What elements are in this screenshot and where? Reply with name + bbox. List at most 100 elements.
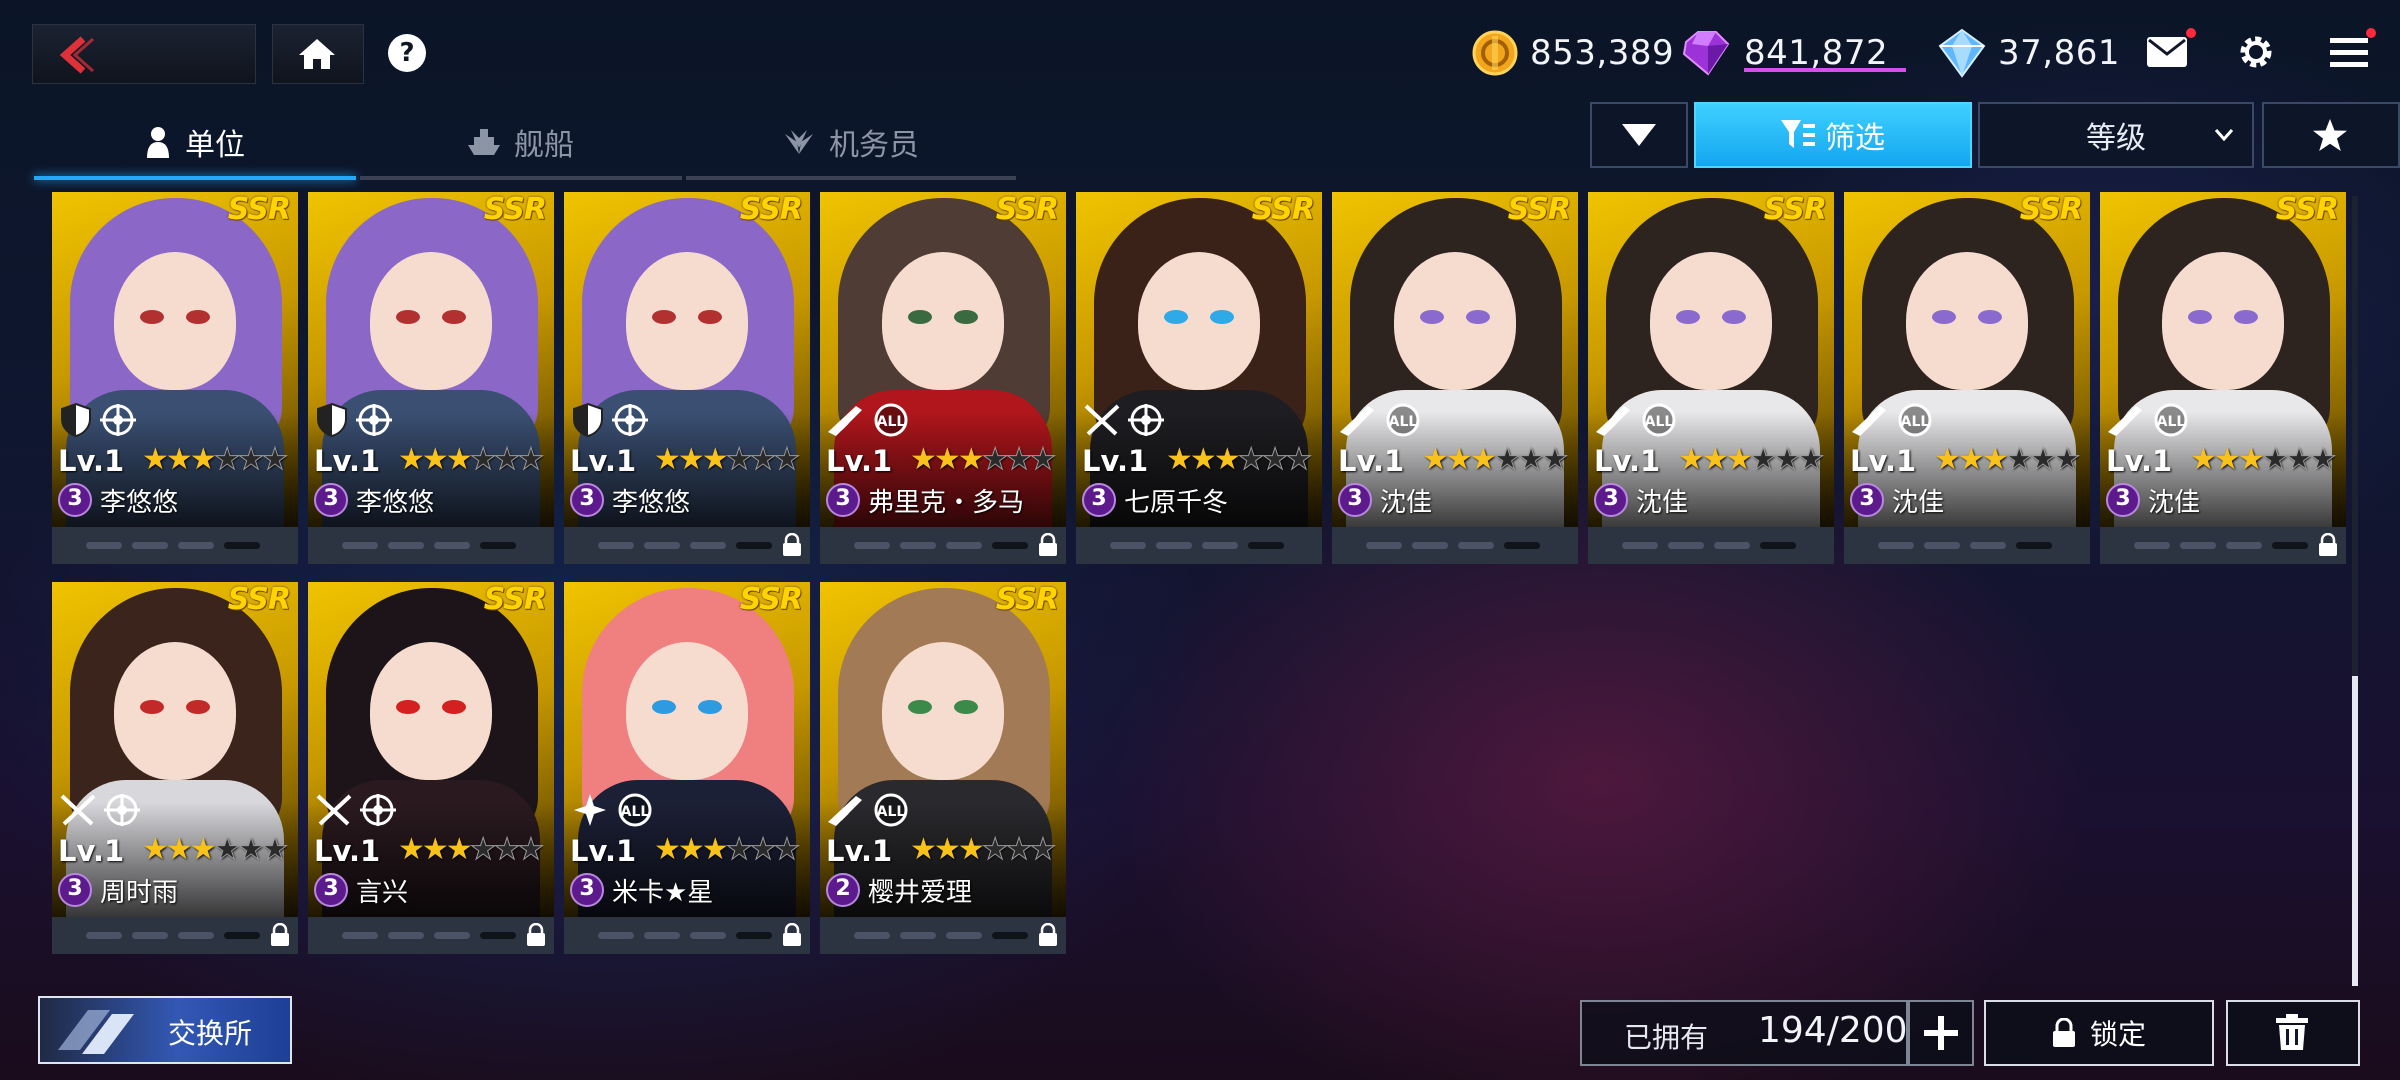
star-empty-icon: ★ bbox=[2029, 442, 2057, 478]
targeting-icon bbox=[610, 402, 650, 440]
unit-card[interactable]: SSR Lv.1 ★★★★★★ 3 李悠悠 bbox=[564, 192, 810, 564]
rank-badge: 3 bbox=[314, 483, 348, 517]
star-filled-icon: ★ bbox=[910, 442, 937, 477]
unit-card[interactable]: SSR Lv.1 ★★★★★★ 3 周时雨 bbox=[52, 582, 298, 954]
equipment-slot bbox=[1248, 542, 1284, 549]
equipment-slots bbox=[52, 917, 298, 954]
equipment-slots bbox=[308, 917, 554, 954]
unit-card[interactable]: SSR Lv.1 ★★★★★★ 3 李悠悠 bbox=[308, 192, 554, 564]
star-filled-icon: ★ bbox=[142, 832, 169, 867]
star-rating: ★★★★★★ bbox=[910, 442, 1057, 478]
star-filled-icon: ★ bbox=[445, 442, 473, 477]
star-empty-icon: ★ bbox=[1005, 442, 1033, 478]
equipment-slot bbox=[946, 932, 982, 939]
equipment-slots bbox=[52, 527, 298, 564]
level-label: Lv.1 bbox=[1338, 444, 1405, 478]
equipment-slot bbox=[854, 932, 890, 939]
favorites-button[interactable] bbox=[2262, 102, 2400, 168]
unit-card[interactable]: SSR Lv.1 ★★★★★★ 3 七原千冬 bbox=[1076, 192, 1322, 564]
level-label: Lv.1 bbox=[570, 444, 637, 478]
mail-notification-dot bbox=[2186, 28, 2196, 38]
scrollbar-thumb[interactable] bbox=[2352, 676, 2358, 986]
equipment-slot bbox=[1760, 542, 1796, 549]
unit-card[interactable]: SSR Lv.1 ★★★★★★ 3 言兴 bbox=[308, 582, 554, 954]
blue-crystal-icon bbox=[1938, 28, 1986, 78]
character-name: 言兴 bbox=[356, 877, 409, 908]
unit-card[interactable]: SSR ALL Lv.1 ★★★★★★ 3 弗里克・多马 bbox=[820, 192, 1066, 564]
delete-button[interactable] bbox=[2226, 1000, 2360, 1066]
unit-card[interactable]: SSR ALL Lv.1 ★★★★★★ 3 沈佳 bbox=[1588, 192, 1834, 564]
rank-badge: 3 bbox=[570, 483, 604, 517]
sort-order-toggle[interactable] bbox=[1590, 102, 1688, 168]
star-filled-icon: ★ bbox=[677, 442, 705, 477]
help-button[interactable]: ? bbox=[388, 34, 426, 72]
all-target-icon: ALL bbox=[870, 792, 912, 830]
unit-card[interactable]: SSR ALL Lv.1 ★★★★★★ 2 樱井爱理 bbox=[820, 582, 1066, 954]
character-name: 周时雨 bbox=[100, 877, 179, 908]
tab-crew[interactable]: 机务员 bbox=[686, 108, 1016, 176]
home-button[interactable] bbox=[272, 24, 364, 84]
gold-currency[interactable]: 853,389 bbox=[1470, 28, 1674, 78]
rarity-badge: SSR bbox=[739, 582, 803, 617]
sort-label: 等级 bbox=[2086, 121, 2146, 156]
sort-dropdown[interactable]: 等级 bbox=[1978, 102, 2254, 168]
expand-capacity-button[interactable] bbox=[1908, 1000, 1974, 1066]
equipment-slot bbox=[1970, 542, 2006, 549]
filter-button[interactable]: 筛选 bbox=[1694, 102, 1972, 168]
star-empty-icon: ★ bbox=[261, 442, 289, 478]
unit-card[interactable]: SSR ALL Lv.1 ★★★★★★ 3 米卡★星 bbox=[564, 582, 810, 954]
name-bar: 3 沈佳 bbox=[1850, 482, 1944, 518]
star-empty-icon: ★ bbox=[1773, 442, 1801, 478]
unit-card[interactable]: SSR ALL Lv.1 ★★★★★★ 3 沈佳 bbox=[2100, 192, 2346, 564]
unit-card-grid: SSR Lv.1 ★★★★★★ 3 李悠悠 SSR Lv.1 ★★★★★★ 3 李悠悠 SSR Lv.… bbox=[52, 192, 2352, 962]
star-rating: ★★★★★★ bbox=[1422, 442, 1569, 478]
equipment-slot bbox=[690, 932, 726, 939]
all-target-icon: ALL bbox=[870, 402, 912, 440]
tab-units[interactable]: 单位 bbox=[34, 108, 356, 176]
shield-icon bbox=[314, 402, 350, 440]
star-filled-icon: ★ bbox=[957, 442, 985, 477]
lock-icon bbox=[270, 922, 290, 951]
lock-button[interactable]: 锁定 bbox=[1984, 1000, 2214, 1066]
role-icons: ALL bbox=[1338, 402, 1424, 440]
unit-card[interactable]: SSR ALL Lv.1 ★★★★★★ 3 沈佳 bbox=[1332, 192, 1578, 564]
equipment-slots bbox=[1588, 527, 1834, 564]
level-label: Lv.1 bbox=[570, 834, 637, 868]
equipment-slot bbox=[86, 932, 122, 939]
star-filled-icon: ★ bbox=[701, 832, 729, 867]
role-icons: ALL bbox=[2106, 402, 2192, 440]
tab-ships[interactable]: 舰船 bbox=[360, 108, 682, 176]
svg-text:ALL: ALL bbox=[877, 804, 906, 820]
star-empty-icon: ★ bbox=[749, 832, 777, 868]
mail-icon[interactable] bbox=[2146, 36, 2188, 68]
exchange-button[interactable]: 交换所 bbox=[38, 996, 292, 1064]
equipment-slot bbox=[644, 932, 680, 939]
equipment-slot bbox=[2226, 542, 2262, 549]
equipment-slot bbox=[992, 932, 1028, 939]
gear-icon[interactable] bbox=[2236, 32, 2276, 72]
star-empty-icon: ★ bbox=[2285, 442, 2313, 478]
unit-card[interactable]: SSR ALL Lv.1 ★★★★★★ 3 沈佳 bbox=[1844, 192, 2090, 564]
rarity-badge: SSR bbox=[227, 192, 291, 227]
star-rating: ★★★★★★ bbox=[142, 832, 289, 868]
crystal-currency[interactable]: 37,861 bbox=[1936, 28, 2120, 78]
exchange-label: 交换所 bbox=[168, 1017, 253, 1050]
rarity-badge: SSR bbox=[227, 582, 291, 617]
person-icon bbox=[145, 126, 171, 158]
equipment-slot bbox=[854, 542, 890, 549]
back-button[interactable] bbox=[32, 24, 256, 84]
equipment-slot bbox=[434, 932, 470, 939]
menu-icon[interactable] bbox=[2330, 36, 2368, 68]
gold-coin-icon bbox=[1472, 30, 1518, 76]
equipment-slot bbox=[178, 932, 214, 939]
star-filled-icon: ★ bbox=[421, 442, 449, 477]
unit-card[interactable]: SSR Lv.1 ★★★★★★ 3 李悠悠 bbox=[52, 192, 298, 564]
equipment-slot bbox=[900, 542, 936, 549]
home-icon bbox=[299, 39, 335, 69]
equipment-slots bbox=[564, 527, 810, 564]
owned-label: 已拥有 bbox=[1624, 1021, 1709, 1054]
equipment-slot bbox=[900, 932, 936, 939]
rifle-icon bbox=[1850, 402, 1890, 440]
name-bar: 3 沈佳 bbox=[1594, 482, 1688, 518]
ship-icon bbox=[468, 127, 500, 157]
